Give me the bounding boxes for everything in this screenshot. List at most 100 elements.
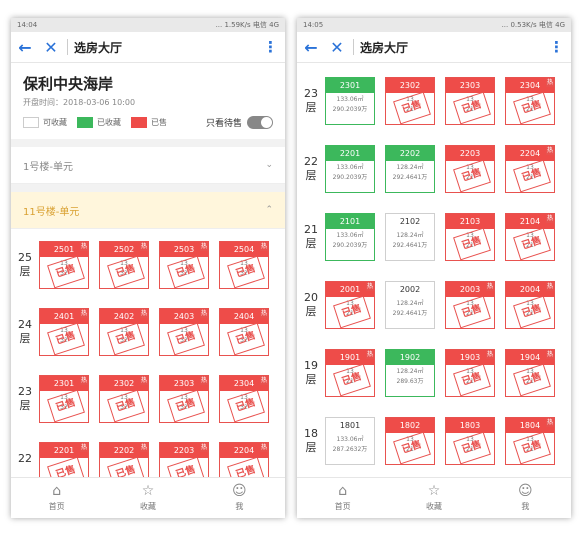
more-vertical-icon[interactable]: ⋮ xyxy=(549,38,564,56)
app-bar: ← ✕ 选房大厅 ⋮ xyxy=(11,32,285,63)
hot-tag: 热 xyxy=(546,418,554,427)
unit-number: 2302 xyxy=(386,78,434,93)
unit-number: 1802 xyxy=(386,418,434,433)
back-arrow-icon[interactable]: ← xyxy=(11,38,39,57)
back-arrow-icon[interactable]: ← xyxy=(297,38,325,57)
hot-tag: 热 xyxy=(200,376,208,385)
unit-cell[interactable]: 1902 128.24㎡ 289.63万 xyxy=(385,349,435,397)
open-time: 开盘时间：2018-03-06 10:00 xyxy=(23,98,136,107)
building-row-11[interactable]: 11号楼-单元 ⌃ xyxy=(11,192,285,229)
floor-label: 19 层 xyxy=(304,359,318,386)
unit-cell[interactable]: 2304 13 32 已售热 xyxy=(219,375,269,423)
unit-cell[interactable]: 1901 13 21 已售热 xyxy=(325,349,375,397)
unit-price: 292.4641万 xyxy=(392,310,428,317)
unit-cell[interactable]: 2002 128.24㎡ 292.4641万 xyxy=(385,281,435,329)
floor-label: 22 层 xyxy=(304,155,318,182)
unit-cell[interactable]: 2404 13 32 已售热 xyxy=(219,308,269,356)
unit-cell[interactable]: 2101 133.06㎡ 290.2039万 xyxy=(325,213,375,261)
floor-grid: 23 层 2301 133.06㎡ 290.2039万 2302 13 21 已售 2303 13… xyxy=(297,63,571,473)
unit-cell[interactable]: 2204 13 21 已售热 xyxy=(505,145,555,193)
tab-home[interactable]: ⌂ 首页 xyxy=(297,478,388,518)
unit-area: 128.24㎡ xyxy=(396,232,424,239)
unit-cell[interactable]: 2502 13 32 已售热 xyxy=(99,241,149,289)
unit-area xyxy=(100,458,148,460)
more-vertical-icon[interactable]: ⋮ xyxy=(263,38,278,56)
unit-cell[interactable]: 1804 13 21 已售热 xyxy=(505,417,555,465)
tab-me[interactable]: ☺ 我 xyxy=(480,478,571,518)
unit-cell[interactable]: 2203 13 21 已售 xyxy=(445,145,495,193)
unit-cell[interactable]: 2402 13 32 已售热 xyxy=(99,308,149,356)
unit-cell[interactable]: 2103 13 21 已售 xyxy=(445,213,495,261)
hot-tag: 热 xyxy=(366,282,374,291)
legend-label-available: 可收藏 xyxy=(43,118,67,127)
floor-label: 25 层 xyxy=(18,251,32,278)
tab-me[interactable]: ☺ 我 xyxy=(194,478,285,518)
floor-row: 18 层 1801 133.06㎡ 287.2632万 1802 13 21 已售 1803 13… xyxy=(297,417,571,467)
unit-cell[interactable]: 2302 13 21 已售 xyxy=(385,77,435,125)
status-carrier: 电信 4G xyxy=(538,21,565,29)
divider xyxy=(353,39,354,55)
status-speed: ... 0.53K/s xyxy=(501,21,537,29)
floor-label: 23 层 xyxy=(304,87,318,114)
unit-cell[interactable]: 2001 13 21 已售热 xyxy=(325,281,375,329)
unit-area: 133.06㎡ xyxy=(336,232,364,239)
unit-cell[interactable]: 2102 128.24㎡ 292.4641万 xyxy=(385,213,435,261)
unit-cell[interactable]: 1904 13 21 已售热 xyxy=(505,349,555,397)
unit-number: 1801 xyxy=(326,418,374,433)
legend-label-sold: 已售 xyxy=(151,118,167,127)
unit-cell[interactable]: 1801 133.06㎡ 287.2632万 xyxy=(325,417,375,465)
tab-label: 收藏 xyxy=(425,502,442,511)
unit-cell[interactable]: 2401 13 32 已售热 xyxy=(39,308,89,356)
unit-cell[interactable]: 1803 13 21 已售 xyxy=(445,417,495,465)
unit-cell[interactable]: 2303 13 32 已售热 xyxy=(159,375,209,423)
unit-cell[interactable]: 2201 133.06㎡ 290.2039万 xyxy=(325,145,375,193)
floor-label: 23 层 xyxy=(18,385,32,412)
hot-tag: 热 xyxy=(260,443,268,452)
section-divider xyxy=(11,139,285,147)
page-title: 选房大厅 xyxy=(360,40,409,55)
unit-cell[interactable]: 2004 13 21 已售热 xyxy=(505,281,555,329)
hot-tag: 热 xyxy=(140,309,148,318)
unit-cell[interactable]: 2301 13 32 已售热 xyxy=(39,375,89,423)
unit-cell[interactable]: 2503 13 32 已售热 xyxy=(159,241,209,289)
close-icon[interactable]: ✕ xyxy=(325,38,349,57)
chevron-up-icon: ⌃ xyxy=(265,205,273,215)
unit-cell[interactable]: 2501 13 32 已售热 xyxy=(39,241,89,289)
floor-row: 23 层 2301 13 32 已售热 2302 13 32 已售热 2303 13 32 已售热 230… xyxy=(11,375,285,425)
hot-tag: 热 xyxy=(486,350,494,359)
status-bar: 14:04 ... 1.59K/s 电信 4G xyxy=(11,18,285,32)
unit-cell[interactable]: 2104 13 21 已售热 xyxy=(505,213,555,261)
phone-screen-left: 14:04 ... 1.59K/s 电信 4G ← ✕ 选房大厅 ⋮ 保利中央海… xyxy=(11,18,285,518)
unit-cell[interactable]: 1903 13 21 已售热 xyxy=(445,349,495,397)
unit-area: 128.24㎡ xyxy=(396,368,424,375)
unit-cell[interactable]: 2302 13 32 已售热 xyxy=(99,375,149,423)
hot-tag: 热 xyxy=(80,309,88,318)
only-available-toggle[interactable]: 只看待售 xyxy=(206,116,273,129)
unit-area: 133.06㎡ xyxy=(336,436,364,443)
unit-cell[interactable]: 2301 133.06㎡ 290.2039万 xyxy=(325,77,375,125)
unit-cell[interactable]: 1802 13 21 已售 xyxy=(385,417,435,465)
unit-cell[interactable]: 2504 13 32 已售热 xyxy=(219,241,269,289)
floor-grid: 25 层 2501 13 32 已售热 2502 13 32 已售热 2503 13 32 已售热 250… xyxy=(11,229,285,490)
status-carrier: 电信 4G xyxy=(252,21,279,29)
unit-cell[interactable]: 2303 13 21 已售 xyxy=(445,77,495,125)
unit-number: 2301 xyxy=(326,78,374,93)
toggle-switch[interactable] xyxy=(247,116,273,129)
unit-cell[interactable]: 2202 128.24㎡ 292.4641万 xyxy=(385,145,435,193)
close-icon[interactable]: ✕ xyxy=(39,38,63,57)
building-row-1[interactable]: 1号楼-单元 ⌄ xyxy=(11,147,285,184)
tab-favorites[interactable]: ☆ 收藏 xyxy=(388,478,479,518)
tab-home[interactable]: ⌂ 首页 xyxy=(11,478,102,518)
project-name: 保利中央海岸 xyxy=(23,75,114,93)
unit-area: 133.06㎡ xyxy=(336,96,364,103)
tab-favorites[interactable]: ☆ 收藏 xyxy=(102,478,193,518)
floor-row: 24 层 2401 13 32 已售热 2402 13 32 已售热 2403 13 32 已售热 240… xyxy=(11,308,285,358)
legend-collected: 已收藏 xyxy=(77,117,121,128)
unit-cell[interactable]: 2003 13 21 已售热 xyxy=(445,281,495,329)
unit-number: 2103 xyxy=(446,214,494,229)
unit-cell[interactable]: 2304 13 21 已售热 xyxy=(505,77,555,125)
hot-tag: 热 xyxy=(366,350,374,359)
unit-cell[interactable]: 2403 13 32 已售热 xyxy=(159,308,209,356)
home-icon: ⌂ xyxy=(52,483,62,499)
floor-row: 20 层 2001 13 21 已售热 2002 128.24㎡ 292.4641万 2003 1… xyxy=(297,281,571,331)
